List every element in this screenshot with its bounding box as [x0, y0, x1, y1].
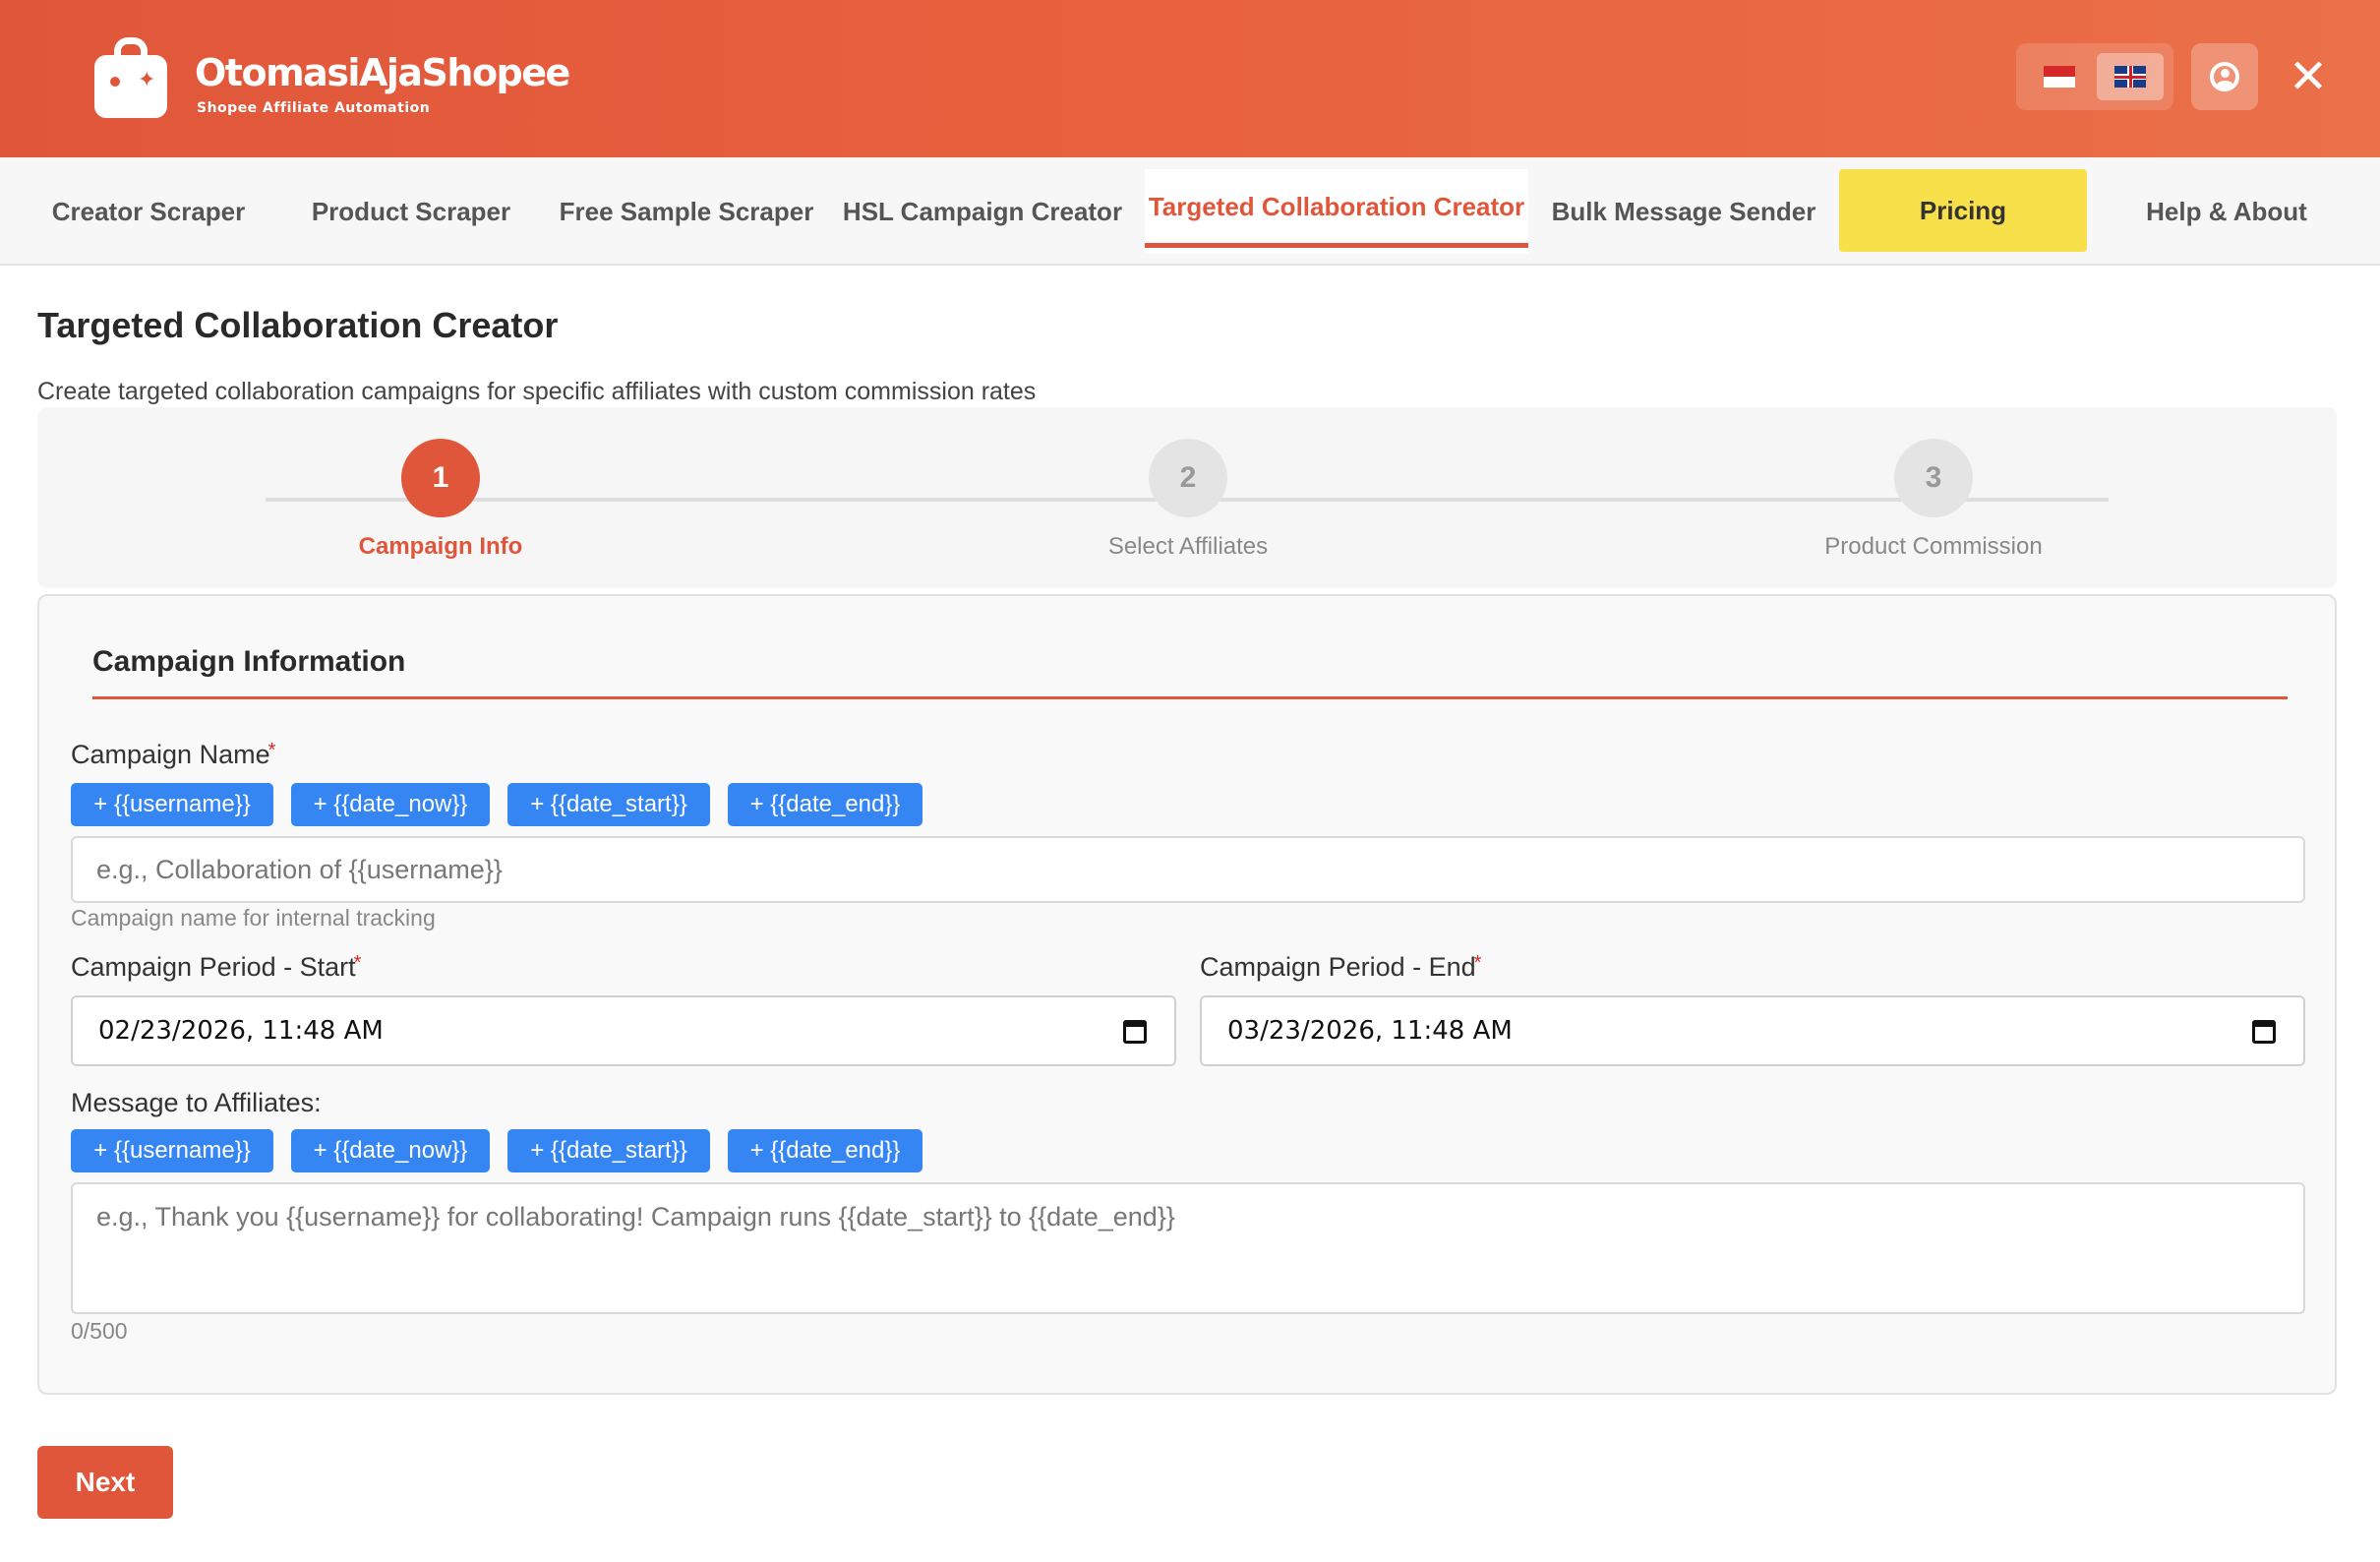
account-button[interactable] — [2191, 43, 2258, 110]
section-title: Campaign Information — [92, 645, 406, 678]
tab-hsl-campaign-creator[interactable]: HSL Campaign Creator — [842, 157, 1123, 266]
insert-username-chip[interactable]: + {{username}} — [71, 1129, 273, 1172]
required-mark: * — [1473, 952, 1482, 974]
step-2-circle[interactable]: 2 — [1149, 439, 1227, 517]
insert-date-now-chip[interactable]: + {{date_now}} — [291, 1129, 490, 1172]
required-mark: * — [353, 952, 362, 974]
tab-label: Bulk Message Sender — [1551, 196, 1816, 226]
step-1-label: Campaign Info — [358, 533, 523, 560]
language-button-en[interactable] — [2097, 53, 2164, 100]
tab-bulk-message-sender[interactable]: Bulk Message Sender — [1548, 157, 1819, 266]
period-end-label: Campaign Period - End* — [1200, 952, 1481, 983]
campaign-name-label: Campaign Name* — [71, 740, 275, 770]
insert-username-chip[interactable]: + {{username}} — [71, 783, 273, 826]
tab-label: Targeted Collaboration Creator — [1148, 191, 1525, 221]
indonesia-flag-icon — [2044, 66, 2075, 88]
section-divider — [92, 696, 2288, 699]
campaign-name-label-text: Campaign Name — [71, 740, 270, 769]
tab-label: Free Sample Scraper — [559, 196, 814, 226]
period-start-value: 02/23/2026, 11:48 AM — [98, 1016, 384, 1046]
page-description: Create targeted collaboration campaigns … — [37, 378, 1037, 405]
campaign-name-hint: Campaign name for internal tracking — [71, 905, 436, 931]
tab-pricing[interactable]: Pricing — [1839, 169, 2087, 252]
next-button[interactable]: Next — [37, 1446, 173, 1519]
page-title: Targeted Collaboration Creator — [37, 305, 559, 345]
tab-label: Product Scraper — [311, 196, 511, 226]
calendar-icon[interactable] — [1123, 1020, 1147, 1044]
app-header: ✦ OtomasiAjaShopee Shopee Affiliate Auto… — [0, 0, 2380, 157]
tab-help-about[interactable]: Help & About — [2124, 157, 2329, 266]
period-end-label-text: Campaign Period - End — [1200, 952, 1476, 982]
insert-date-end-chip[interactable]: + {{date_end}} — [728, 783, 922, 826]
tab-targeted-collaboration-creator[interactable]: Targeted Collaboration Creator — [1145, 157, 1528, 262]
tab-label: Help & About — [2146, 196, 2307, 226]
insert-date-now-chip[interactable]: + {{date_now}} — [291, 783, 490, 826]
message-label: Message to Affiliates: — [71, 1088, 322, 1117]
language-switcher — [2016, 43, 2173, 110]
tab-product-scraper[interactable]: Product Scraper — [297, 157, 525, 266]
tab-label: Pricing — [1919, 195, 2007, 225]
step-2-label: Select Affiliates — [1107, 533, 1269, 560]
stepper: 1 Campaign Info 2 Select Affiliates 3 Pr… — [37, 407, 2337, 588]
calendar-icon[interactable] — [2252, 1020, 2276, 1044]
period-start-input[interactable]: 02/23/2026, 11:48 AM — [71, 995, 1176, 1066]
insert-date-start-chip[interactable]: + {{date_start}} — [507, 783, 710, 826]
close-button[interactable]: ✕ — [2282, 49, 2335, 104]
insert-date-start-chip[interactable]: + {{date_start}} — [507, 1129, 710, 1172]
language-button-id[interactable] — [2026, 53, 2093, 100]
step-1-circle[interactable]: 1 — [401, 439, 480, 517]
required-mark: * — [268, 740, 276, 761]
campaign-info-card: Campaign Information Campaign Name* + {{… — [37, 594, 2337, 1395]
tab-label: Creator Scraper — [51, 196, 246, 226]
period-end-value: 03/23/2026, 11:48 AM — [1227, 1016, 1513, 1046]
brand-name: OtomasiAjaShopee — [195, 51, 570, 94]
user-icon — [2210, 62, 2239, 91]
shopping-bag-logo-icon: ✦ — [94, 37, 167, 118]
period-start-label: Campaign Period - Start* — [71, 952, 361, 983]
insert-date-end-chip[interactable]: + {{date_end}} — [728, 1129, 922, 1172]
tab-label: HSL Campaign Creator — [842, 196, 1123, 226]
tab-free-sample-scraper[interactable]: Free Sample Scraper — [557, 157, 816, 266]
brand-subtitle: Shopee Affiliate Automation — [197, 100, 431, 116]
campaign-name-input[interactable] — [71, 836, 2305, 903]
period-end-input[interactable]: 03/23/2026, 11:48 AM — [1200, 995, 2305, 1066]
main-nav: Creator Scraper Product Scraper Free Sam… — [0, 157, 2380, 266]
message-textarea[interactable] — [71, 1182, 2305, 1314]
period-start-label-text: Campaign Period - Start — [71, 952, 356, 982]
uk-flag-icon — [2114, 66, 2146, 88]
step-3-circle[interactable]: 3 — [1894, 439, 1973, 517]
active-tab-indicator — [1145, 243, 1528, 248]
message-char-counter: 0/500 — [71, 1318, 128, 1344]
tab-creator-scraper[interactable]: Creator Scraper — [20, 157, 277, 266]
step-3-label: Product Commission — [1824, 533, 2043, 560]
